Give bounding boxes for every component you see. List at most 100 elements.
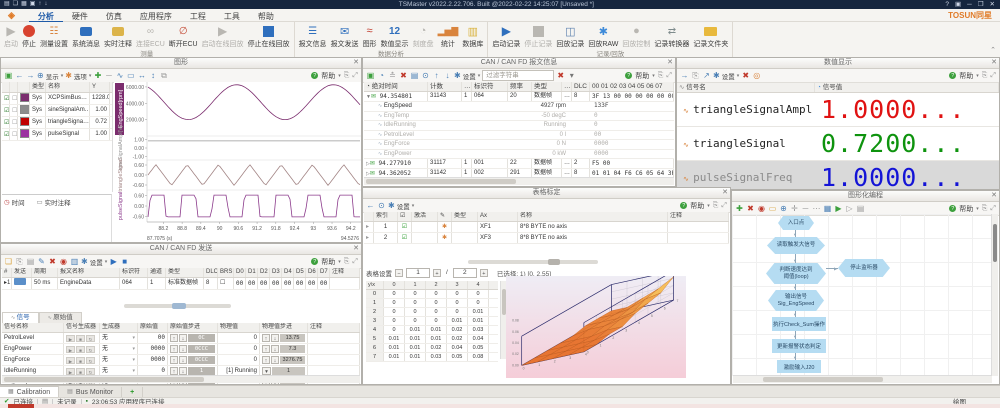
- grid-cell-3-1[interactable]: 0: [405, 317, 426, 325]
- checkbox-icon[interactable]: ☐: [12, 108, 17, 114]
- stop-icon[interactable]: ◉: [757, 204, 766, 214]
- grid-cell-5-1[interactable]: 0.01: [405, 335, 426, 343]
- flow-canvas[interactable]: 入口点 ▼ 读取触发大信号 ▼ 判断速度达到 阈值(loop) ▼ ▶ 停止监听器 输出信号 Sig…: [732, 214, 992, 376]
- grid-cell-7-0[interactable]: 0.01: [384, 353, 405, 361]
- msg-col-2[interactable]: …: [462, 82, 472, 91]
- stop-send-icon[interactable]: ■: [120, 257, 129, 267]
- checkbox-icon[interactable]: ☐: [12, 96, 17, 102]
- help-menu[interactable]: ? 帮助 ▾ ⎘ ⤢: [949, 71, 996, 81]
- ribbon-button-启动[interactable]: ▶ 启动: [2, 23, 20, 50]
- ribbon-button-数值显示[interactable]: 12 数值显示: [379, 23, 411, 50]
- grid-cell-0-2[interactable]: 0: [426, 290, 447, 298]
- expand-icon[interactable]: ⤢: [666, 72, 672, 80]
- checkbox-checked-icon[interactable]: ☑: [402, 235, 407, 241]
- grid-cell-2-0[interactable]: 0: [384, 308, 405, 316]
- gen-play-icon[interactable]: ▶: [66, 356, 75, 364]
- down-icon[interactable]: ↓: [443, 71, 452, 81]
- add-icon[interactable]: ✚: [93, 71, 102, 81]
- curve-mode-icon[interactable]: ∿: [115, 71, 124, 81]
- gen-loop-icon[interactable]: ↻: [86, 367, 95, 375]
- byte-cell[interactable]: 00: [234, 278, 246, 289]
- msg-row-001[interactable]: ▷✉ 94.277910 31117 1 001 22 数据帧… 2 F5 00: [364, 159, 674, 169]
- annotation-tab[interactable]: ▭ 实时注释: [36, 197, 70, 207]
- step-up-icon[interactable]: ↑: [262, 334, 270, 342]
- signal-row-EngPower[interactable]: EngPower ▶ ■ ↻ 无 ▾ 0000 ↑ ↓ 0CCC 0 ↑ ↓ 7.3: [2, 344, 360, 355]
- float-icon[interactable]: ⎘: [344, 72, 350, 80]
- clear-icon[interactable]: ✖: [399, 71, 408, 81]
- remove-icon[interactable]: ─: [104, 71, 113, 81]
- step-down-icon[interactable]: ↓: [271, 345, 279, 353]
- grid-cell-1-0[interactable]: 0: [384, 299, 405, 307]
- grid-cell-1-2[interactable]: 0: [426, 299, 447, 307]
- expand-icon[interactable]: ⤢: [352, 72, 358, 80]
- close-icon[interactable]: ✕: [991, 58, 997, 68]
- send-all-icon[interactable]: ▶: [109, 257, 118, 267]
- grid-cell-4-2[interactable]: 0.01: [426, 326, 447, 334]
- checkbox-checked-icon[interactable]: ☑: [4, 96, 9, 102]
- gen-stop-icon[interactable]: ■: [76, 345, 85, 353]
- flow-node-2[interactable]: 判断速度达到 阈值(loop): [766, 263, 826, 284]
- msg-signal-row-EngForce[interactable]: ∿ EngForce 0 N 0000: [364, 140, 674, 150]
- send-toggle-button[interactable]: [14, 278, 26, 285]
- grid-cell-5-4[interactable]: 0.04: [468, 335, 489, 343]
- layout-icon[interactable]: ⧉: [159, 71, 168, 81]
- settings-dropdown[interactable]: ✱ 设置 ▾: [713, 71, 739, 81]
- y-plus-button[interactable]: +: [479, 268, 488, 277]
- checkbox-checked-icon[interactable]: ☑: [4, 132, 9, 138]
- filter-clear-icon[interactable]: ✖: [556, 71, 565, 81]
- byte-cell[interactable]: 00: [246, 278, 258, 289]
- x-plus-button[interactable]: +: [433, 268, 441, 277]
- grid-cell-6-0[interactable]: 0.01: [384, 344, 405, 352]
- gen-loop-icon[interactable]: ↻: [86, 356, 95, 364]
- msg-signal-row-EngPower[interactable]: ∿ EngPower 0 kW 0000: [364, 149, 674, 159]
- step-down-icon[interactable]: ↓: [179, 356, 187, 364]
- delete-icon[interactable]: ✖: [48, 257, 57, 267]
- byte-cell[interactable]: 00: [270, 278, 282, 289]
- run-flow-icon[interactable]: ▶: [834, 204, 843, 214]
- grid-cell-0-4[interactable]: 0: [468, 290, 489, 298]
- grid-cell-4-0[interactable]: 0: [384, 326, 405, 334]
- step-down-icon[interactable]: ↓: [271, 356, 279, 364]
- ribbon-button-报文发送[interactable]: ✉ 报文发送: [329, 23, 361, 50]
- flow-node-1[interactable]: 读取触发大信号: [767, 237, 825, 254]
- signal-value-column-header[interactable]: ◔ 信号值: [815, 83, 999, 92]
- grid-cell-0-0[interactable]: 0: [384, 290, 405, 298]
- more-icon[interactable]: ⋯: [812, 204, 821, 214]
- float-icon[interactable]: ⎘: [982, 72, 988, 80]
- step-up-icon[interactable]: ↑: [262, 345, 270, 353]
- grid-cell-5-3[interactable]: 0.02: [447, 335, 468, 343]
- expand-icon[interactable]: ⤢: [990, 72, 996, 80]
- quick-action-icon-1[interactable]: ❏: [13, 0, 18, 9]
- filter-input[interactable]: 过滤字符串: [482, 70, 555, 81]
- ribbon-button-测量设置[interactable]: ☷ 测量设置: [38, 23, 70, 50]
- help-menu[interactable]: ? 帮助 ▾ ⎘ ⤢: [625, 71, 672, 81]
- grid-col-0[interactable]: 0: [384, 281, 405, 289]
- close-icon[interactable]: ✕: [353, 58, 359, 68]
- reset-icon[interactable]: ◎: [752, 71, 761, 81]
- grid-cell-2-3[interactable]: 0: [447, 308, 468, 316]
- flow-node-6[interactable]: 激励输入J20: [777, 360, 821, 373]
- paste-icon[interactable]: ▤: [26, 257, 35, 267]
- grid-cell-1-1[interactable]: 0: [405, 299, 426, 307]
- help-menu[interactable]: ? 帮助 ▾ ⎘ ⤢: [680, 201, 727, 211]
- gen-play-icon[interactable]: ▶: [66, 334, 75, 342]
- quick-action-icon-2[interactable]: ▦: [21, 0, 27, 9]
- display-dropdown[interactable]: ⊕ 显示 ▾: [37, 71, 63, 81]
- ribbon-button-图形[interactable]: ≈ 图形: [361, 23, 379, 50]
- checkbox-checked-icon[interactable]: ☑: [4, 108, 9, 114]
- msg-signal-row-IdleRunning[interactable]: ∿ IdleRunning Running 0: [364, 121, 674, 131]
- back-icon[interactable]: ←: [366, 201, 375, 211]
- grid-cell-3-2[interactable]: 0: [426, 317, 447, 325]
- flow-vscrollbar[interactable]: [991, 214, 998, 376]
- grid-cell-4-3[interactable]: 0.02: [447, 326, 468, 334]
- msg-hscrollbar[interactable]: [364, 177, 674, 185]
- app-logo-icon[interactable]: ◈: [8, 10, 15, 21]
- ribbon-button-实时注释[interactable]: 实时注释: [102, 23, 134, 50]
- numeric-row-pulseSignalFreq[interactable]: ∿ pulseSignalFreq 1.0000...: [677, 161, 999, 189]
- options-dropdown[interactable]: ✱ 选项 ▾: [65, 71, 91, 81]
- expand-icon[interactable]: ⤢: [990, 205, 996, 213]
- step-down-icon[interactable]: ↓: [271, 334, 279, 342]
- run-icon[interactable]: ▣: [4, 71, 13, 81]
- taskbar-app[interactable]: [8, 404, 34, 408]
- float-icon[interactable]: ⎘: [344, 258, 350, 266]
